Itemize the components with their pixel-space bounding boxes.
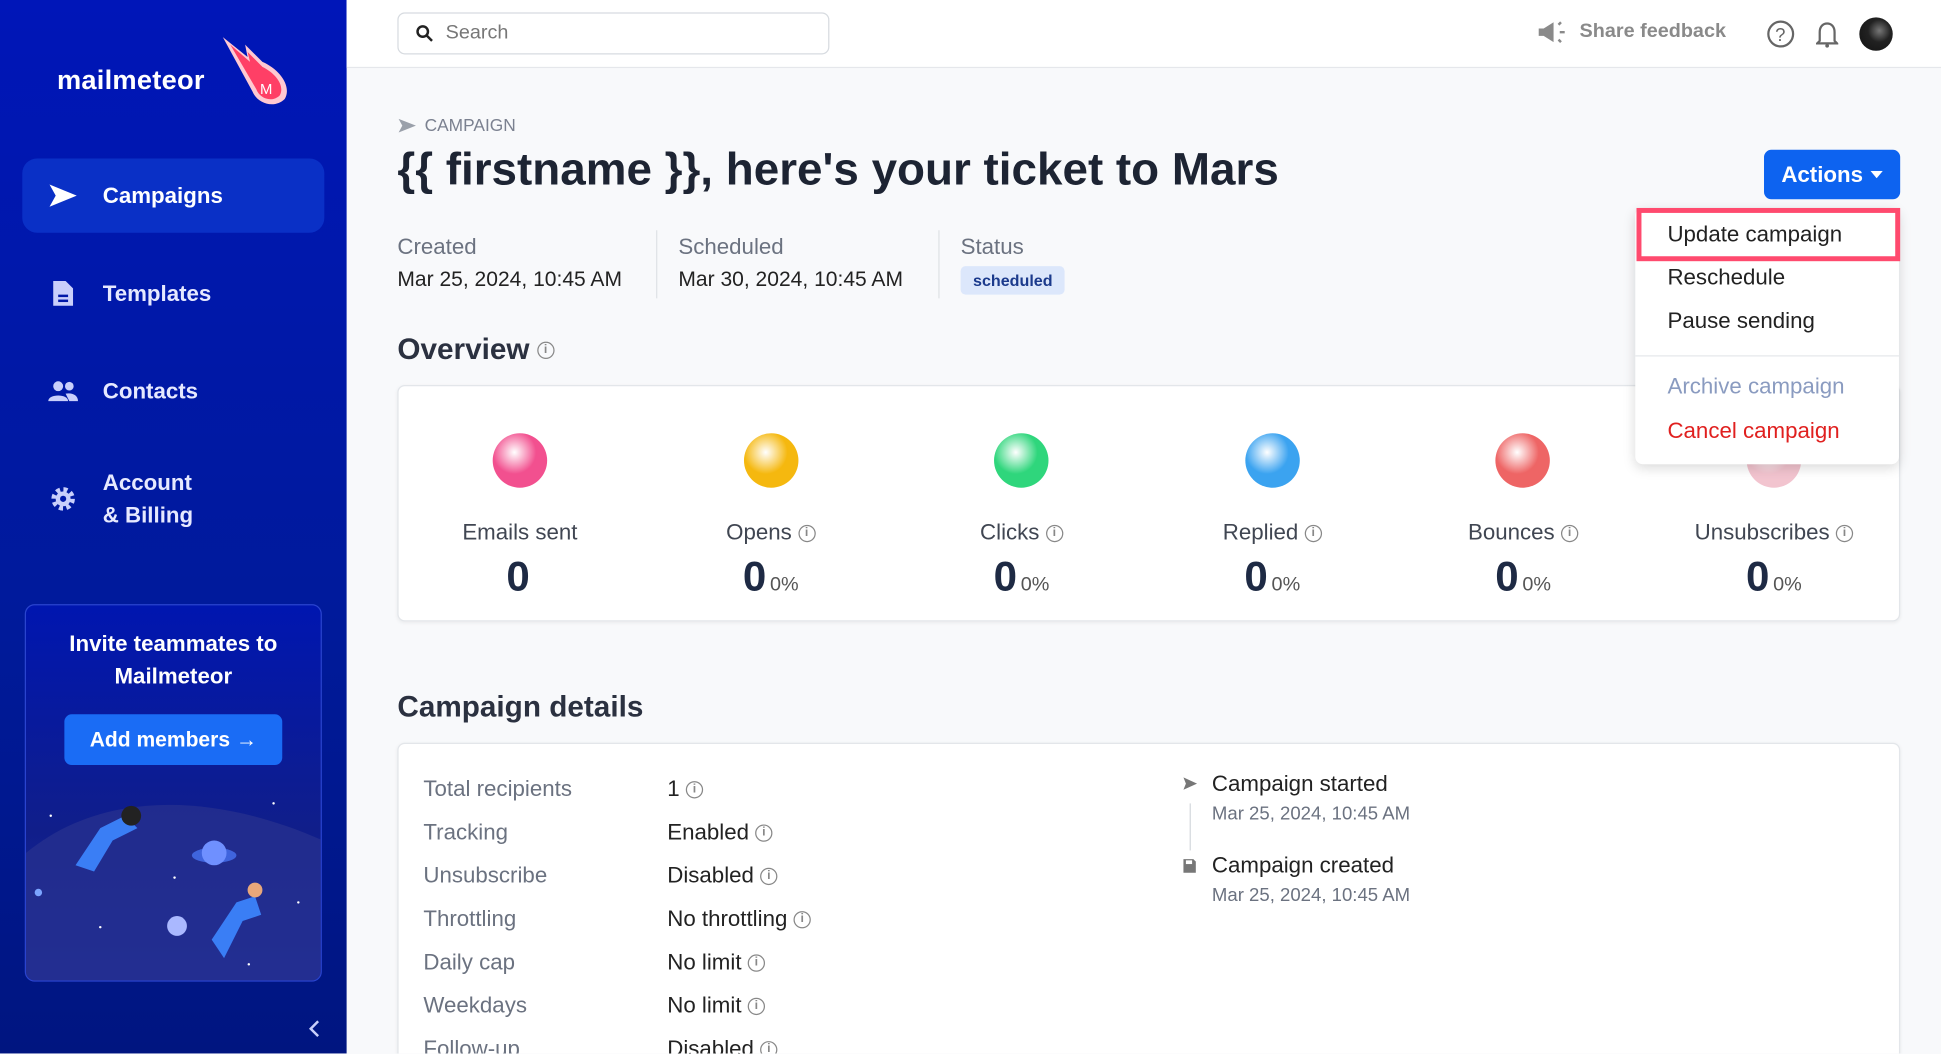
info-icon[interactable]: i — [797, 524, 816, 542]
stat-opens: Opens i 0 0% — [647, 409, 895, 602]
detail-row: Follow-up Disabled i — [423, 1036, 778, 1054]
search-input[interactable] — [445, 22, 818, 45]
detail-row: Unsubscribe Disabled i — [423, 863, 778, 889]
sidebar: mailmeteor M Campaigns Templates Contact… — [0, 0, 347, 1054]
help-icon[interactable]: ? — [1766, 20, 1795, 48]
invite-card: Invite teammates to Mailmeteor Add member… — [24, 604, 322, 982]
sidebar-item-campaigns[interactable]: Campaigns — [22, 158, 325, 233]
info-icon[interactable]: i — [747, 953, 766, 972]
emoji-icon — [994, 433, 1049, 488]
menu-item-pause-sending[interactable]: Pause sending — [1667, 308, 1814, 334]
emoji-icon — [1245, 433, 1300, 488]
info-icon[interactable]: i — [1045, 524, 1063, 542]
megaphone-icon — [1538, 21, 1565, 43]
svg-text:?: ? — [1775, 24, 1785, 45]
info-icon[interactable]: i — [685, 780, 704, 798]
breadcrumb: CAMPAIGN — [397, 115, 516, 135]
info-icon[interactable]: i — [793, 910, 811, 928]
sidebar-item-templates[interactable]: Templates — [22, 256, 324, 330]
share-feedback-button[interactable]: Share feedback — [1537, 20, 1726, 45]
detail-row: Throttling No throttling i — [423, 906, 811, 932]
paper-plane-icon — [1183, 777, 1198, 790]
meteor-logo-icon: M — [222, 37, 287, 105]
timeline-item: Campaign started Mar 25, 2024, 10:45 AM — [1182, 771, 1410, 824]
paper-plane-icon — [48, 184, 77, 207]
actions-button[interactable]: Actions — [1764, 149, 1901, 200]
info-icon[interactable]: i — [1835, 524, 1854, 542]
actions-dropdown-menu: Update campaign Reschedule Pause sending… — [1635, 207, 1901, 465]
overview-heading: Overview i — [397, 333, 555, 368]
page-title: {{ firstname }}, here's your ticket to M… — [397, 143, 1279, 195]
info-icon[interactable]: i — [755, 823, 773, 842]
add-members-button[interactable]: Add members → — [64, 714, 283, 766]
timeline-item: Campaign created Mar 25, 2024, 10:45 AM — [1182, 853, 1410, 906]
detail-row: Daily cap No limit i — [423, 949, 766, 975]
bell-icon[interactable] — [1815, 20, 1839, 48]
stat-bounces: Bounces i 0 0% — [1399, 409, 1647, 602]
astronaut-illustration — [25, 802, 321, 981]
divider — [938, 230, 940, 299]
stat-replied: Replied i 0 0% — [1149, 409, 1397, 602]
info-icon[interactable]: i — [747, 997, 766, 1015]
search-icon — [416, 25, 433, 42]
info-icon[interactable]: i — [1560, 524, 1579, 542]
info-icon[interactable]: i — [536, 341, 555, 359]
detail-row: Tracking Enabled i — [423, 819, 773, 845]
detail-row: Total recipients 1 i — [423, 776, 704, 802]
status-meta: Status scheduled — [960, 234, 1065, 295]
menu-item-cancel-campaign[interactable]: Cancel campaign — [1667, 418, 1839, 444]
logo: mailmeteor — [56, 64, 205, 96]
menu-divider — [1635, 355, 1899, 357]
search-box — [397, 12, 830, 55]
collapse-chevron-icon[interactable] — [307, 1020, 322, 1037]
emoji-icon — [492, 433, 548, 488]
divider — [656, 230, 658, 299]
sidebar-item-contacts[interactable]: Contacts — [22, 354, 324, 428]
stat-emails-sent: Emails sent 0 — [396, 409, 644, 602]
gear-icon — [50, 487, 75, 511]
menu-item-archive-campaign[interactable]: Archive campaign — [1667, 374, 1844, 400]
caret-down-icon — [1870, 170, 1883, 179]
status-badge: scheduled — [960, 266, 1065, 295]
scheduled-meta: Scheduled Mar 30, 2024, 10:45 AM — [678, 233, 903, 291]
emoji-icon — [743, 433, 798, 488]
save-icon — [1183, 859, 1196, 873]
detail-row: Weekdays No limit i — [423, 993, 766, 1019]
users-icon — [47, 381, 78, 402]
document-icon — [52, 281, 73, 306]
emoji-icon — [1495, 433, 1551, 488]
campaign-details-heading: Campaign details — [397, 690, 644, 725]
user-avatar[interactable] — [1859, 17, 1893, 51]
highlight-box — [1636, 207, 1901, 262]
info-icon[interactable]: i — [1304, 524, 1322, 542]
top-bar: Share feedback ? — [346, 0, 1941, 69]
menu-item-reschedule[interactable]: Reschedule — [1667, 265, 1785, 291]
paper-plane-icon — [398, 118, 416, 132]
info-icon[interactable]: i — [760, 1040, 778, 1054]
sidebar-item-account-billing[interactable]: Account & Billing — [22, 462, 324, 536]
svg-text:M: M — [260, 82, 272, 98]
created-meta: Created Mar 25, 2024, 10:45 AM — [397, 233, 622, 291]
stat-clicks: Clicks i 0 0% — [898, 409, 1146, 602]
info-icon[interactable]: i — [760, 867, 778, 885]
